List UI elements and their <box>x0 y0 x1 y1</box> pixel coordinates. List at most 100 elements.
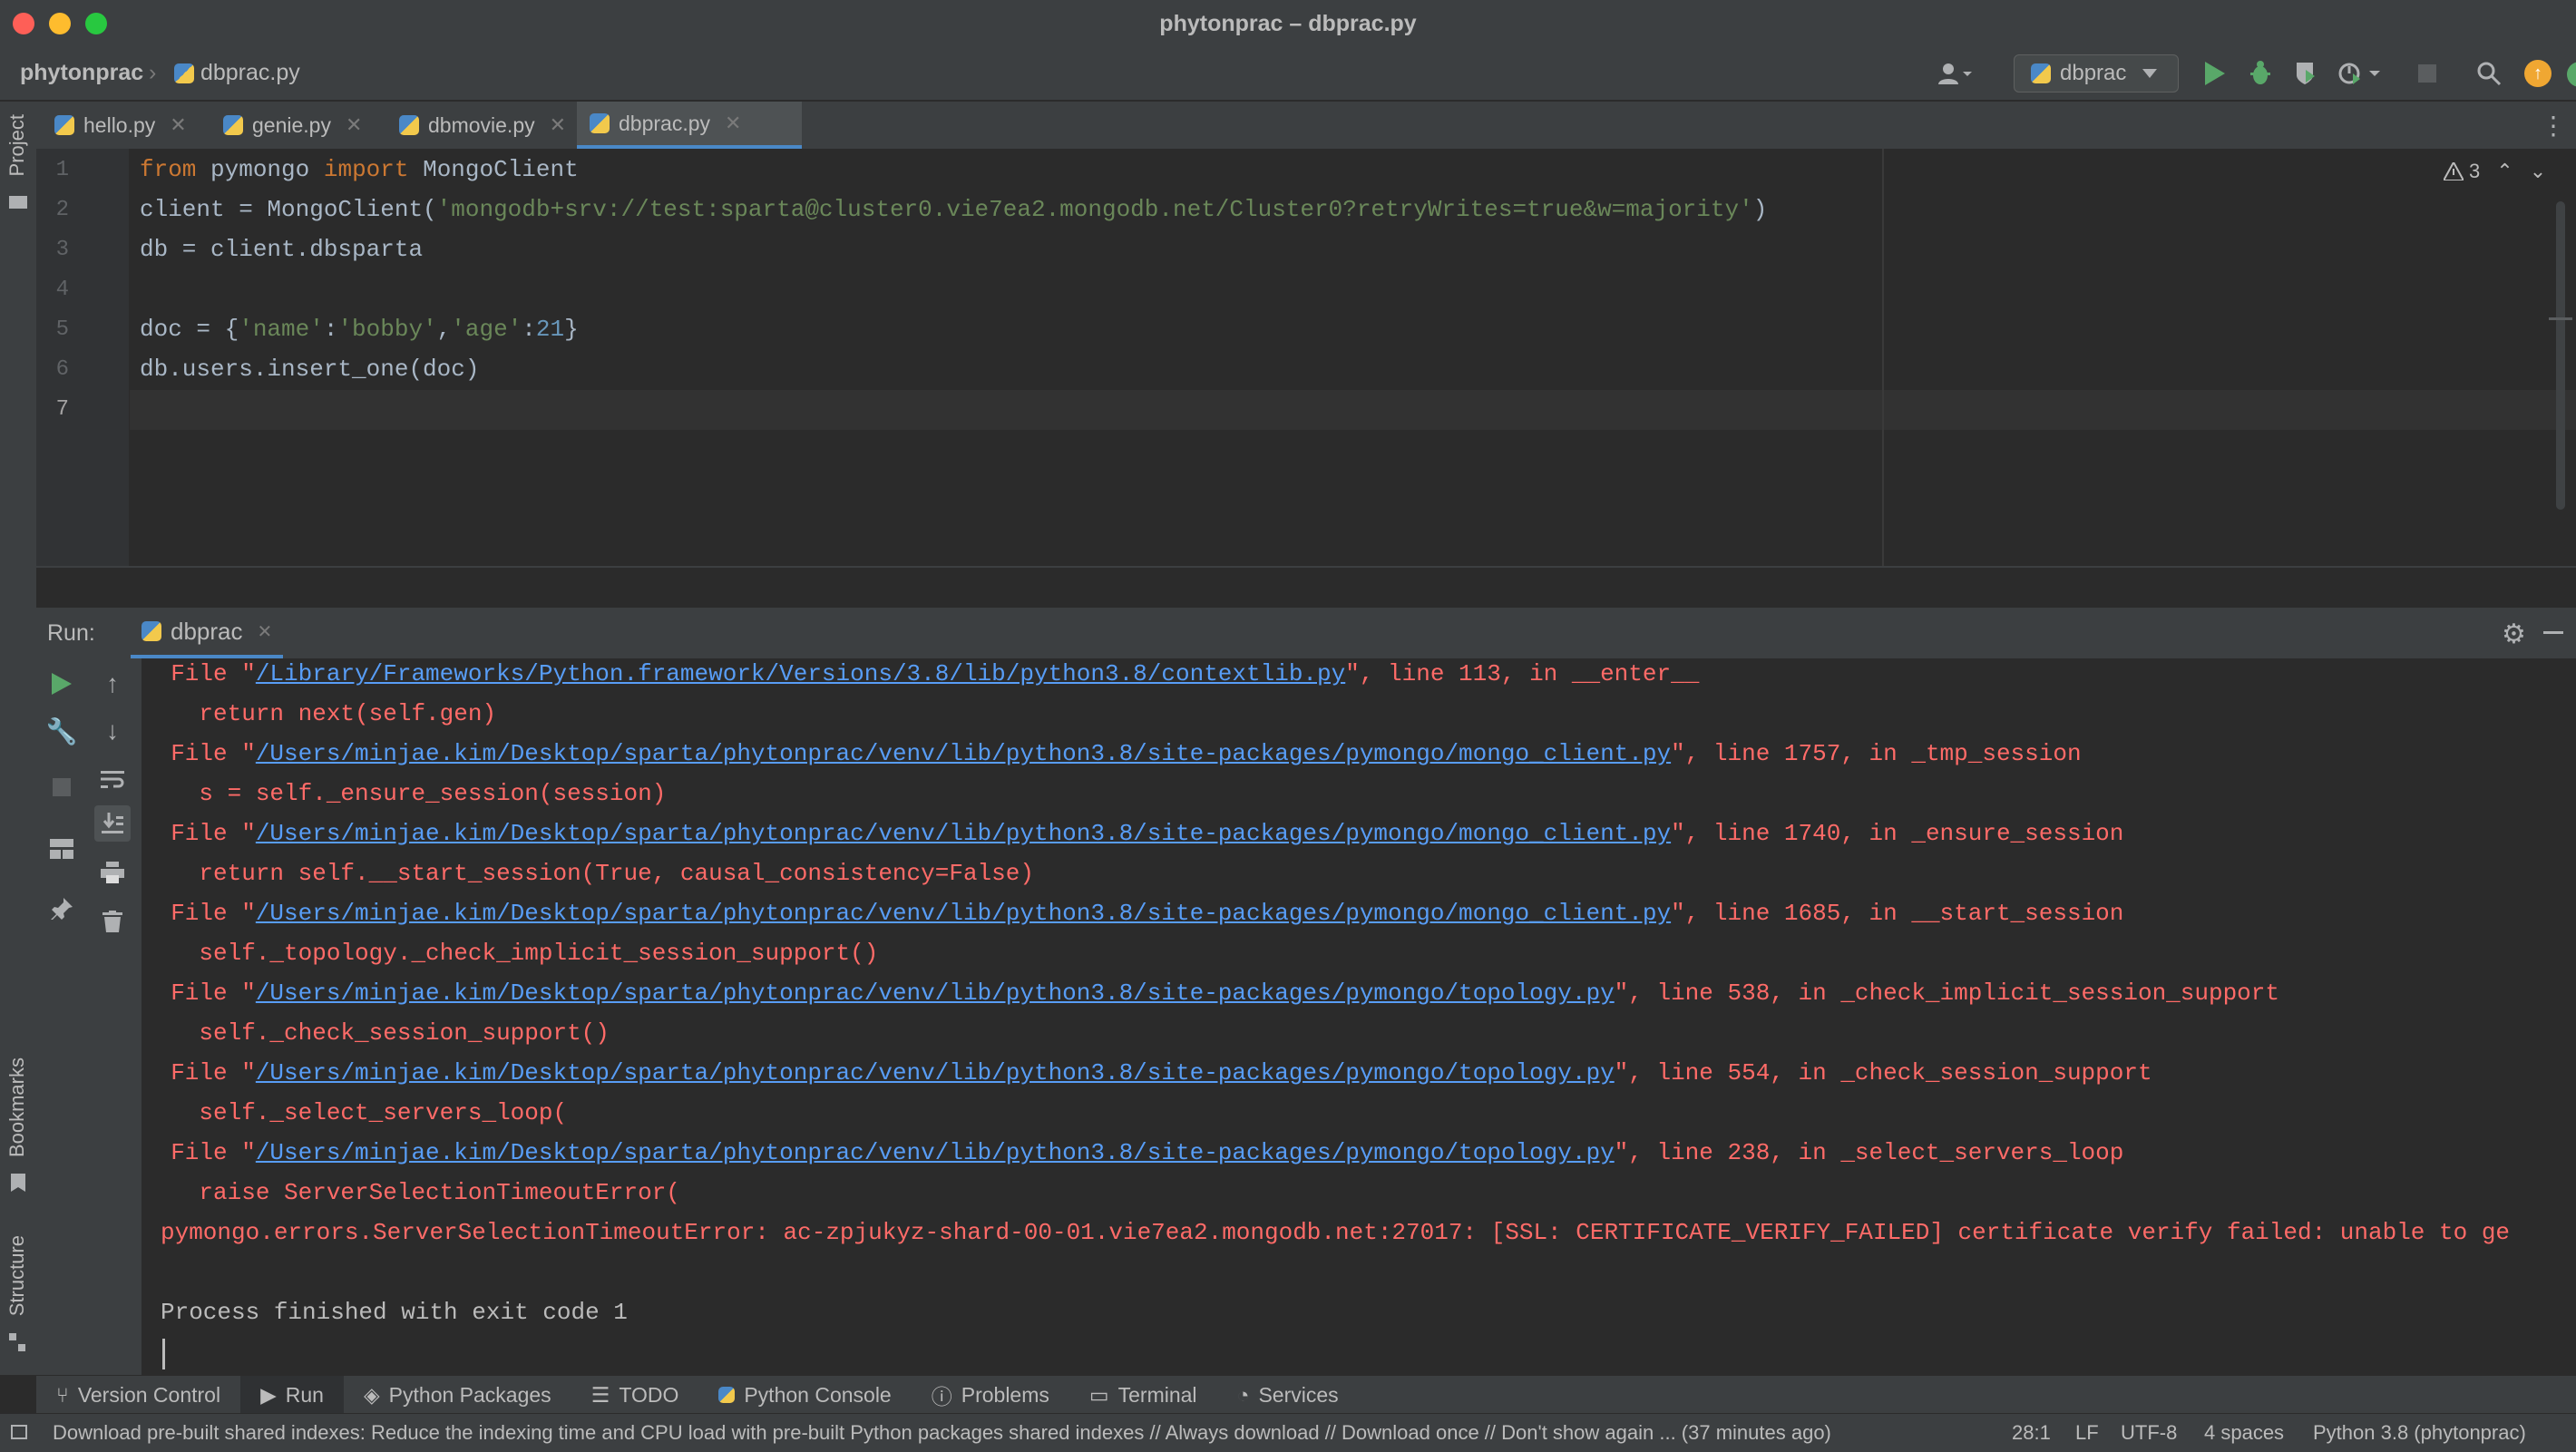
scroll-to-end-icon[interactable] <box>94 805 131 842</box>
line-number: 1 <box>55 158 69 182</box>
tab-run[interactable]: ▶ Run <box>240 1376 344 1414</box>
tab-python-console[interactable]: Python Console <box>698 1376 911 1414</box>
more-options-icon[interactable]: ⋮ <box>2540 111 2567 140</box>
list-icon: ☰ <box>590 1382 610 1407</box>
file-link[interactable]: /Users/minjae.kim/Desktop/sparta/phytonp… <box>256 900 1671 927</box>
indent-setting[interactable]: 4 spaces <box>2204 1421 2284 1445</box>
profile-run-icon[interactable] <box>2333 54 2387 93</box>
tab-dbprac-py[interactable]: dbprac.py ✕ <box>577 102 802 149</box>
breadcrumb-separator-icon: › <box>149 60 157 85</box>
inspection-widget[interactable]: 3 ⌃ ⌄ <box>2444 160 2546 183</box>
print-icon[interactable] <box>94 854 131 891</box>
python-file-icon <box>174 63 194 84</box>
code-token: pymongo <box>196 156 324 183</box>
settings-sync-icon[interactable] <box>2567 62 2576 87</box>
wrench-icon[interactable]: 🔧 <box>44 713 80 749</box>
arrow-up-icon[interactable]: ↑ <box>94 666 131 702</box>
pin-icon[interactable] <box>44 891 80 927</box>
navigation-bar: phytonprac › dbprac.py dbprac ↑ <box>0 47 2576 102</box>
file-link[interactable]: /Library/Frameworks/Python.framework/Ver… <box>256 660 1345 687</box>
search-icon[interactable] <box>2471 54 2507 93</box>
panel-splitter[interactable] <box>36 566 2576 609</box>
stop-icon[interactable] <box>2409 54 2445 93</box>
file-encoding[interactable]: UTF-8 <box>2121 1421 2177 1445</box>
tab-genie-py[interactable]: genie.py ✕ <box>210 102 410 149</box>
close-tab-icon[interactable]: ✕ <box>170 113 186 137</box>
process-exit-message: Process finished with exit code 1 <box>161 1299 628 1326</box>
code-line-1[interactable]: from pymongo import MongoClient <box>140 156 579 183</box>
close-tab-icon[interactable]: ✕ <box>550 113 566 137</box>
run-tab-dbprac[interactable]: dbprac ✕ <box>131 608 284 658</box>
code-line-5[interactable]: doc = {'name':'bobby','age':21} <box>140 316 579 343</box>
file-link[interactable]: /Users/minjae.kim/Desktop/sparta/phytonp… <box>256 820 1671 847</box>
python-interpreter[interactable]: Python 3.8 (phytonprac) <box>2313 1421 2526 1445</box>
console-text: ", line 538, in _check_implicit_session_… <box>1614 979 2279 1007</box>
rerun-icon[interactable] <box>44 666 80 702</box>
code-line-2[interactable]: client = MongoClient('mongodb+srv://test… <box>140 196 1767 223</box>
terminal-icon: ▭ <box>1088 1382 1109 1407</box>
user-account-icon[interactable] <box>1930 54 1981 93</box>
breadcrumb-project[interactable]: phytonprac <box>20 60 143 86</box>
bookmarks-tool-button[interactable]: Bookmarks <box>5 1057 29 1157</box>
stop-icon[interactable] <box>44 769 80 805</box>
file-link[interactable]: /Users/minjae.kim/Desktop/sparta/phytonp… <box>256 740 1671 767</box>
console-caret <box>162 1339 165 1369</box>
tab-services[interactable]: ◔ Services <box>1217 1376 1359 1414</box>
traceback-file-line: File "/Users/minjae.kim/Desktop/sparta/p… <box>142 979 2279 1007</box>
play-icon: ▶ <box>260 1382 277 1407</box>
coverage-icon[interactable] <box>2288 54 2324 93</box>
run-console[interactable]: File " /Library/Frameworks/Python.framewo… <box>142 658 2576 1375</box>
chevron-down-icon[interactable]: ⌄ <box>2530 160 2546 183</box>
bookmark-icon <box>11 1174 25 1192</box>
tab-version-control[interactable]: ⑂ Version Control <box>36 1376 240 1414</box>
python-file-icon <box>54 115 74 135</box>
python-file-icon <box>399 115 419 135</box>
line-number: 3 <box>55 238 69 262</box>
trash-icon[interactable] <box>94 903 131 940</box>
line-number: 2 <box>55 198 69 222</box>
status-message[interactable]: Download pre-built shared indexes: Reduc… <box>53 1421 1957 1445</box>
gear-icon[interactable]: ⚙ <box>2502 619 2526 650</box>
close-tab-icon[interactable]: ✕ <box>725 112 741 135</box>
console-text: ", line 238, in _select_servers_loop <box>1614 1139 2124 1166</box>
run-button[interactable] <box>2197 54 2233 93</box>
close-tab-icon[interactable]: ✕ <box>346 113 362 137</box>
cursor-position[interactable]: 28:1 <box>2012 1421 2051 1445</box>
line-number: 6 <box>55 357 69 382</box>
traceback-code-line: self._select_servers_loop( <box>142 1099 568 1126</box>
file-link[interactable]: /Users/minjae.kim/Desktop/sparta/phytonp… <box>256 1059 1615 1087</box>
window-title: phytonprac – dbprac.py <box>1159 11 1417 36</box>
console-text: File " <box>142 1059 256 1087</box>
update-icon[interactable]: ↑ <box>2520 54 2556 93</box>
project-tool-button[interactable]: Project <box>5 114 29 176</box>
console-text: ", line 1740, in _ensure_session <box>1671 820 2124 847</box>
file-link[interactable]: /Users/minjae.kim/Desktop/sparta/phytonp… <box>256 1139 1615 1166</box>
layout-icon[interactable] <box>44 831 80 867</box>
arrow-down-icon[interactable]: ↓ <box>94 713 131 749</box>
close-tab-icon[interactable]: ✕ <box>258 620 273 643</box>
soft-wrap-icon[interactable] <box>94 762 131 798</box>
code-line-6[interactable]: db.users.insert_one(doc) <box>140 356 479 383</box>
tab-terminal[interactable]: ▭ Terminal <box>1069 1376 1217 1414</box>
tab-python-packages[interactable]: ◈ Python Packages <box>344 1376 571 1414</box>
run-configuration-select[interactable]: dbprac <box>2014 54 2179 93</box>
editor-scrollbar[interactable] <box>2556 201 2565 510</box>
structure-tool-button[interactable]: Structure <box>5 1235 29 1316</box>
traceback-code-line: s = self._ensure_session(session) <box>142 780 667 807</box>
code-token: MongoClient <box>408 156 579 183</box>
console-text: ", line 1757, in _tmp_session <box>1671 740 2082 767</box>
debug-icon[interactable] <box>2242 54 2278 93</box>
console-text: File " <box>142 1139 256 1166</box>
tab-hello-py[interactable]: hello.py ✕ <box>42 102 223 149</box>
line-separator[interactable]: LF <box>2075 1421 2099 1445</box>
code-line-3[interactable]: db = client.dbsparta <box>140 236 423 263</box>
tab-problems[interactable]: ⓘ Problems <box>912 1376 1069 1414</box>
chevron-up-icon[interactable]: ⌃ <box>2496 160 2513 183</box>
toggle-tool-windows-icon[interactable] <box>11 1425 27 1439</box>
tab-todo[interactable]: ☰ TODO <box>571 1376 699 1414</box>
code-token: client = MongoClient( <box>140 196 437 223</box>
breadcrumb-file[interactable]: dbprac.py <box>174 60 300 86</box>
hide-panel-icon[interactable] <box>2543 631 2563 634</box>
file-link[interactable]: /Users/minjae.kim/Desktop/sparta/phytonp… <box>256 979 1615 1007</box>
string-literal: 'name' <box>239 316 324 343</box>
